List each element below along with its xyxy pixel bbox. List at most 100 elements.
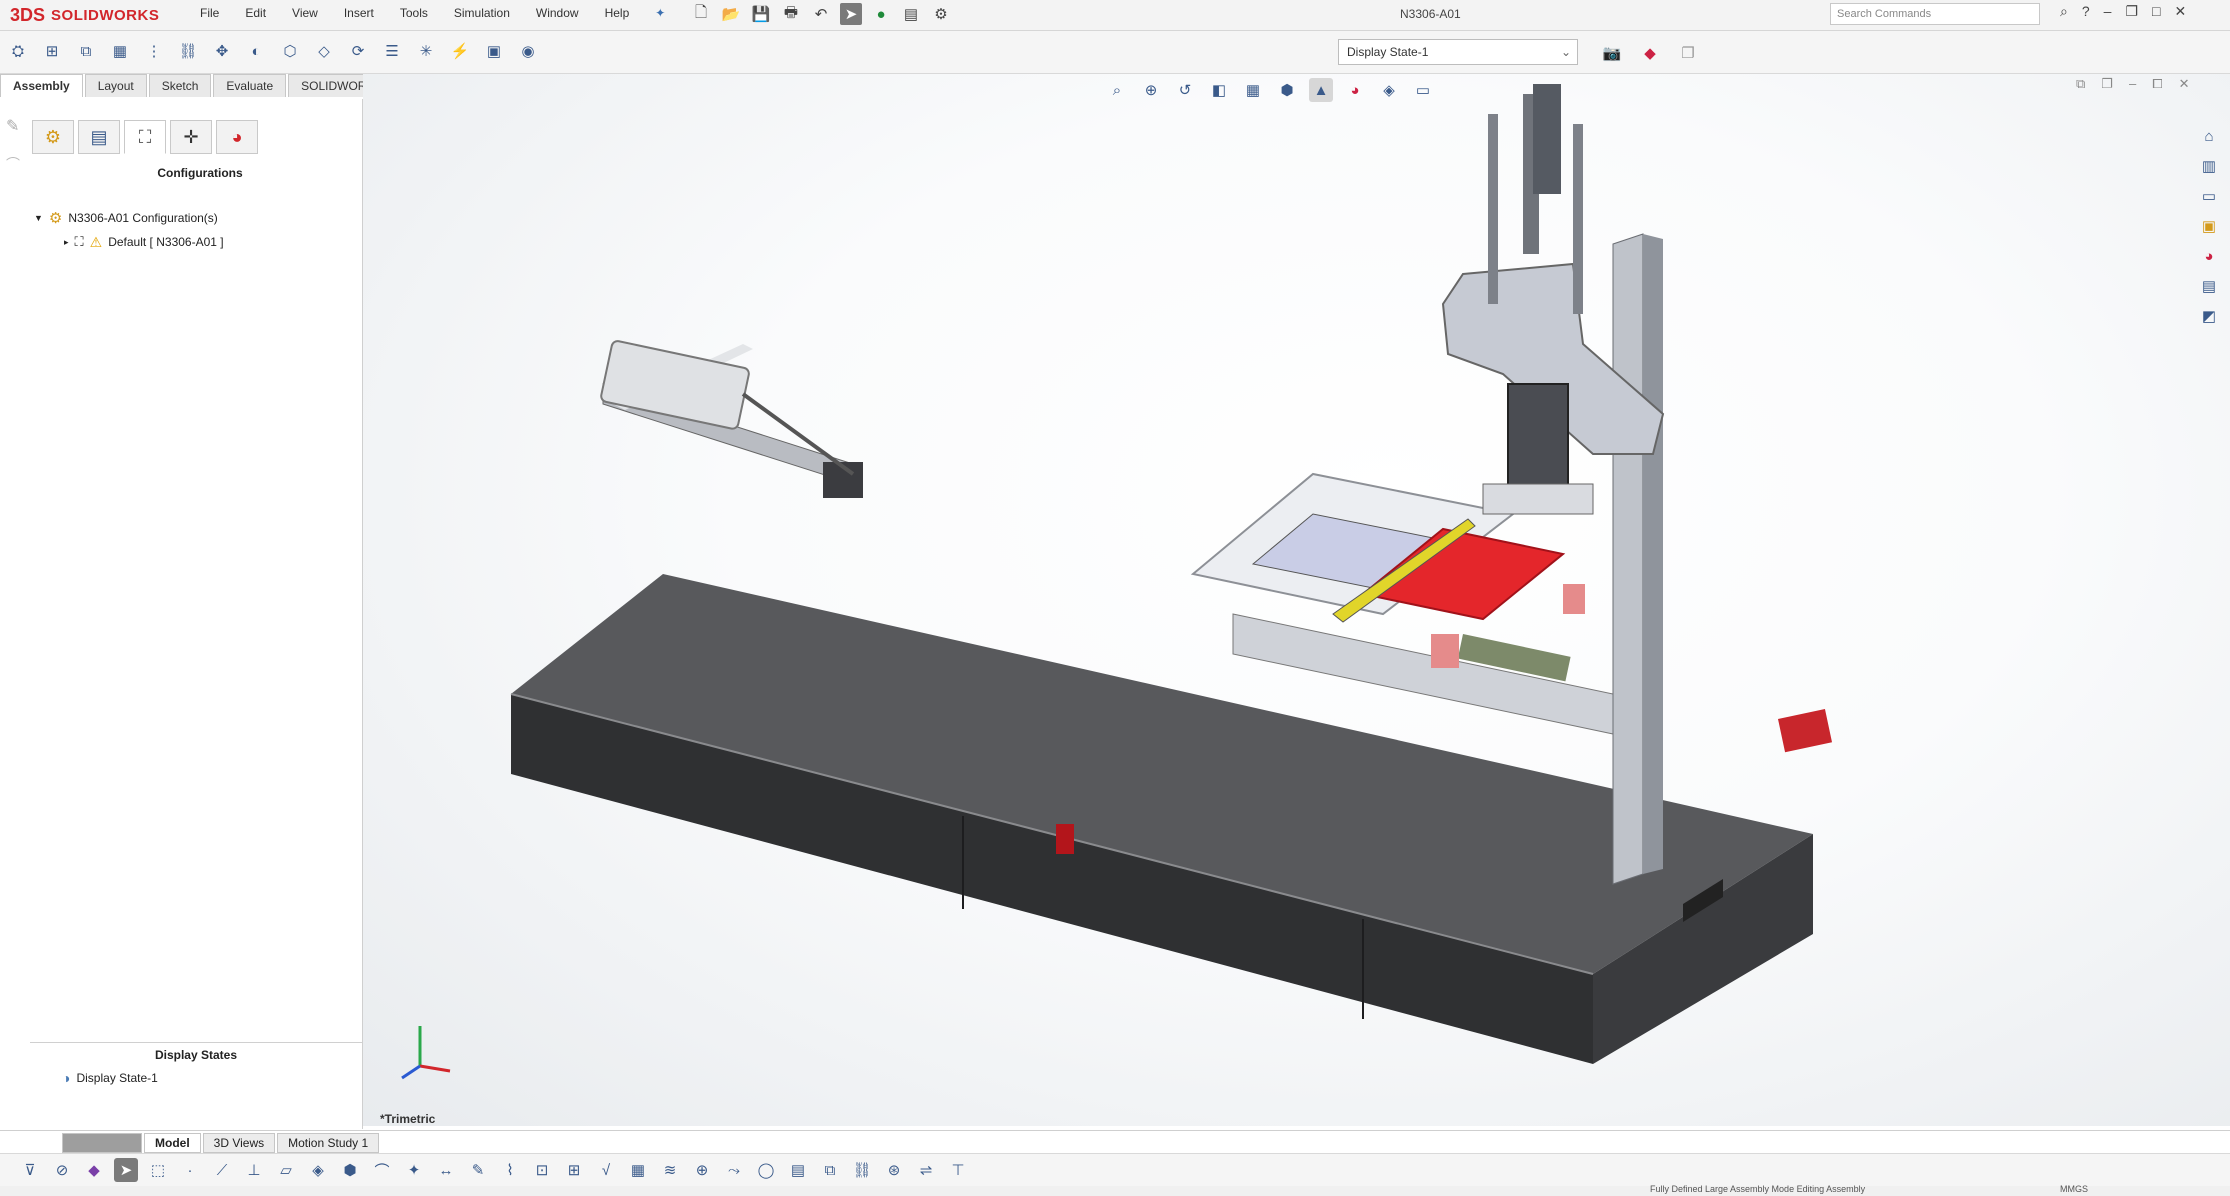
assembly-features-icon[interactable]: ⬡ (278, 39, 302, 63)
filter-surfaces-icon[interactable]: ◈ (306, 1158, 330, 1182)
feature-manager-icon[interactable]: ⚙ (32, 120, 74, 154)
undo-icon[interactable]: ↶ (810, 3, 832, 25)
appearance-icon[interactable]: ◆ (1638, 41, 1662, 65)
dynamic-annotation-icon[interactable]: ▦ (1241, 78, 1265, 102)
previous-view-icon[interactable]: ↺ (1173, 78, 1197, 102)
open-document-icon[interactable]: 📂 (720, 3, 742, 25)
menu-window[interactable]: Window (536, 6, 579, 20)
view-palette-icon[interactable]: ▣ (2196, 214, 2222, 238)
rebuild-icon[interactable]: ● (870, 3, 892, 25)
menu-help[interactable]: Help (605, 6, 630, 20)
filter-surface-finish-icon[interactable]: √ (594, 1158, 618, 1182)
edit-appearance-icon[interactable]: ◈ (1377, 78, 1401, 102)
select-arrow-icon[interactable]: ➤ (114, 1158, 138, 1182)
tab-motion-study[interactable]: Motion Study 1 (277, 1133, 380, 1153)
custom-properties-icon[interactable]: ▤ (2196, 274, 2222, 298)
tab-sketch[interactable]: Sketch (148, 74, 212, 97)
expand-viewport-icon[interactable]: ⧉ (2076, 76, 2085, 92)
mate-icon[interactable]: ⧉ (74, 39, 98, 63)
exploded-view-icon[interactable]: ✳ (414, 39, 438, 63)
update-speedpak-icon[interactable]: ▣ (482, 39, 506, 63)
solidworks-logo[interactable]: 3DS SOLIDWORKS (10, 2, 175, 28)
zoom-to-fit-icon[interactable]: ⌕ (1105, 78, 1129, 102)
help-icon[interactable]: ? (2082, 3, 2090, 20)
filter-axes-icon[interactable]: ⊥ (242, 1158, 266, 1182)
filter-faces-icon[interactable]: ◆ (82, 1158, 106, 1182)
section-view-icon[interactable]: ◧ (1207, 78, 1231, 102)
pencil-icon[interactable]: ✎ (6, 116, 19, 136)
display-style-icon[interactable]: ▲ (1309, 78, 1333, 102)
hide-show-items-icon[interactable]: ◕ (1343, 78, 1367, 102)
filter-vertices-icon[interactable]: · (178, 1158, 202, 1182)
filter-blocks-icon[interactable]: ▦ (626, 1158, 650, 1182)
edit-component-icon[interactable]: ⛭ (6, 39, 30, 63)
units-indicator[interactable]: MMGS (2060, 1184, 2088, 1194)
display-state-dropdown[interactable]: Display State-1 ⌄ (1338, 39, 1578, 65)
menu-view[interactable]: View (292, 6, 318, 20)
maximize-icon[interactable]: □ (2152, 3, 2160, 20)
filter-points-icon[interactable]: ✦ (402, 1158, 426, 1182)
pin-menu-icon[interactable]: ✦ (655, 6, 665, 20)
close-icon[interactable]: ✕ (2174, 3, 2186, 20)
filter-routing-icon[interactable]: ⤳ (722, 1158, 746, 1182)
clear-filter-icon[interactable]: ⊘ (50, 1158, 74, 1182)
design-library-icon[interactable]: ▥ (2196, 154, 2222, 178)
restore-viewport-icon[interactable]: ❐ (2101, 76, 2113, 92)
solidworks-resources-icon[interactable]: ⌂ (2196, 124, 2222, 148)
forum-icon[interactable]: ◩ (2196, 304, 2222, 328)
filter-weld-icon[interactable]: ⌇ (498, 1158, 522, 1182)
filter-planes-icon[interactable]: ▱ (274, 1158, 298, 1182)
restore-icon[interactable]: ❐ (2125, 3, 2138, 20)
file-properties-icon[interactable]: ▤ (900, 3, 922, 25)
menu-simulation[interactable]: Simulation (454, 6, 510, 20)
menu-edit[interactable]: Edit (245, 6, 266, 20)
filter-balloons-icon[interactable]: ◯ (754, 1158, 778, 1182)
filter-solids-icon[interactable]: ⬢ (338, 1158, 362, 1182)
tab-model[interactable]: Model (144, 1133, 201, 1153)
take-snapshot-icon[interactable]: ◉ (516, 39, 540, 63)
apply-scene-icon[interactable]: ▭ (1411, 78, 1435, 102)
file-explorer-icon[interactable]: ▭ (2196, 184, 2222, 208)
filter-datum-icon[interactable]: ⊡ (530, 1158, 554, 1182)
filter-icon[interactable]: ⊽ (18, 1158, 42, 1182)
tab-blank[interactable] (62, 1133, 142, 1153)
bill-of-materials-icon[interactable]: ☰ (380, 39, 404, 63)
view-orientation-icon[interactable]: ⬢ (1275, 78, 1299, 102)
menu-tools[interactable]: Tools (400, 6, 428, 20)
property-manager-icon[interactable]: ▤ (78, 120, 120, 154)
reference-geometry-icon[interactable]: ◇ (312, 39, 336, 63)
zoom-to-area-icon[interactable]: ⊕ (1139, 78, 1163, 102)
show-hidden-icon[interactable]: ◐ (244, 39, 268, 63)
menu-insert[interactable]: Insert (344, 6, 374, 20)
filter-sketch-icon[interactable]: ⌒ (370, 1158, 394, 1182)
select-other-icon[interactable]: ⬚ (146, 1158, 170, 1182)
copy-display-state-icon[interactable]: ❐ (1676, 41, 1700, 65)
sketch-icon[interactable]: ⌒ (6, 154, 20, 174)
insert-components-icon[interactable]: ⊞ (40, 39, 64, 63)
filter-connection-icon[interactable]: ⇌ (914, 1158, 938, 1182)
instant3d-icon[interactable]: ⚡ (448, 39, 472, 63)
tab-layout[interactable]: Layout (84, 74, 147, 97)
filter-edges-icon[interactable]: ⟋ (210, 1158, 234, 1182)
smart-fasteners-icon[interactable]: ⛓ (176, 39, 200, 63)
filter-cog-icon[interactable]: ⊛ (882, 1158, 906, 1182)
close-viewport-icon[interactable]: ✕ (2179, 76, 2190, 92)
filter-welds-icon[interactable]: ⛓ (850, 1158, 874, 1182)
tab-assembly[interactable]: Assembly (0, 74, 83, 97)
save-icon[interactable]: 💾 (750, 3, 772, 25)
display-manager-icon[interactable]: ◕ (216, 120, 258, 154)
move-component-icon[interactable]: ✥ (210, 39, 234, 63)
new-motion-study-icon[interactable]: ⟳ (346, 39, 370, 63)
tab-3d-views[interactable]: 3D Views (202, 1133, 276, 1153)
expand-arrow-icon[interactable]: ▼ (34, 213, 43, 223)
graphics-area[interactable]: *Trimetric (363, 74, 2230, 1126)
filter-gtol-icon[interactable]: ⊞ (562, 1158, 586, 1182)
filter-mates-icon[interactable]: ⧉ (818, 1158, 842, 1182)
options-gear-icon[interactable]: ⚙ (930, 3, 952, 25)
minimize-viewport-icon[interactable]: – (2129, 76, 2136, 92)
filter-center-marks-icon[interactable]: ⊕ (690, 1158, 714, 1182)
search-icon[interactable]: ⌕ (2060, 3, 2068, 20)
menu-file[interactable]: File (200, 6, 219, 20)
minimize-icon[interactable]: – (2104, 3, 2112, 20)
filter-notes-icon[interactable]: ✎ (466, 1158, 490, 1182)
